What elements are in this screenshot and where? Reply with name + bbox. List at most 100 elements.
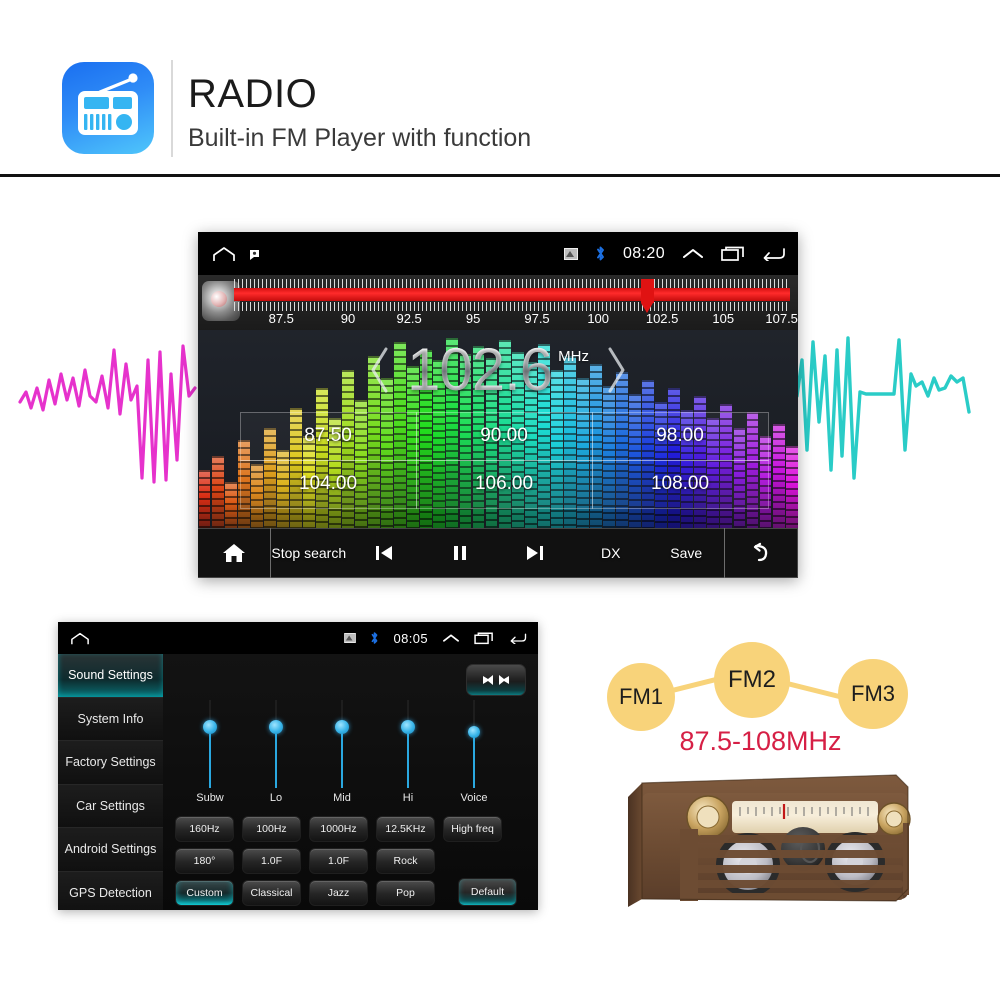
slider-knob[interactable] [401,720,415,734]
spectrum-visualizer: 102.6 MHz 87.50 90.00 98.00 104.00 106.0… [198,330,798,528]
chevron-left-icon[interactable] [367,344,393,396]
skip-previous-icon[interactable] [347,529,423,577]
back-arrow-icon[interactable] [724,528,798,578]
spectrum-bar [198,470,211,528]
tuner-scale-labels: 87.5 90 92.5 95 97.5 100 102.5 105 107.5 [234,311,798,329]
header-divider [171,60,173,157]
settings-sidebar: Sound Settings System Info Factory Setti… [58,654,163,910]
fm-frequency-range: 87.5-108MHz [679,726,842,756]
eq-button-rock[interactable]: Rock [376,848,435,874]
save-button[interactable]: Save [649,529,725,577]
preset-button[interactable]: 104.00 [239,459,417,509]
home-icon[interactable] [70,632,90,645]
skip-next-icon[interactable] [498,529,574,577]
screenshot-icon [563,247,578,260]
settings-statusbar: 08:05 [58,622,538,654]
title-block: RADIO Built-in FM Player with function [188,72,531,154]
pause-icon[interactable] [422,529,498,577]
preset-button[interactable]: 98.00 [591,411,769,461]
eq-button-12-5khz[interactable]: 12.5KHz [376,816,435,842]
tuner-cursor[interactable] [641,279,654,313]
fm-node-fm1: FM1 [607,663,675,731]
tuner-label: 107.5 [765,311,798,326]
eq-button-180deg[interactable]: 180° [175,848,234,874]
tuner-ticks-top [234,279,790,288]
eq-button-1000hz[interactable]: 1000Hz [309,816,368,842]
back-icon[interactable] [508,632,528,644]
eq-slider-mid[interactable]: Mid [309,700,375,810]
eq-button-high-freq[interactable]: High freq [443,816,502,842]
eq-preset-classical[interactable]: Classical [242,880,301,906]
recents-icon[interactable] [474,631,494,645]
fm-band-diagram: FM1 FM2 FM3 87.5-108MHz [598,630,938,760]
sidebar-item-factory-settings[interactable]: Factory Settings [58,741,163,785]
frequency-tuner[interactable]: 87.5 90 92.5 95 97.5 100 102.5 105 107.5 [198,275,798,330]
radio-statusbar: 08:20 [198,232,798,275]
balance-fader-icon[interactable] [466,664,526,696]
slider-label: Subw [196,792,224,804]
eq-button-100hz[interactable]: 100Hz [242,816,301,842]
tuner-ticks-bottom [234,302,790,311]
eq-preset-pop[interactable]: Pop [376,880,435,906]
eq-slider-lo[interactable]: Lo [243,700,309,810]
stop-search-button[interactable]: Stop search [271,529,347,577]
notification-icon[interactable] [249,247,263,261]
magenta-waveform [18,330,198,490]
slider-knob[interactable] [468,726,480,738]
tuner-label: 102.5 [645,311,679,326]
slider-label: Mid [333,792,351,804]
spectrum-bar [211,456,224,528]
radio-app-icon [62,62,154,154]
preset-button[interactable]: 90.00 [415,411,593,461]
slider-knob[interactable] [269,720,283,734]
tuner-strip[interactable] [234,279,790,313]
eq-preset-jazz[interactable]: Jazz [309,880,368,906]
eq-slider-hi[interactable]: Hi [375,700,441,810]
frequency-display: 102.6 MHz [198,330,798,410]
chevron-right-icon[interactable] [603,344,629,396]
eq-slider-voice[interactable]: Voice [441,700,507,810]
slider-knob[interactable] [335,720,349,734]
sidebar-item-gps-detection[interactable]: GPS Detection [58,871,163,910]
dx-button[interactable]: DX [573,529,649,577]
preset-button[interactable]: 106.00 [415,459,593,509]
home-button[interactable] [198,528,271,578]
sound-settings-screen: 08:05 Sound Settings System Info Factory… [58,622,538,910]
slider-label: Lo [269,792,283,804]
chevron-up-icon[interactable] [682,247,704,261]
preset-button[interactable]: 87.50 [239,411,417,461]
sidebar-item-system-info[interactable]: System Info [58,697,163,741]
preset-button[interactable]: 108.00 [591,459,769,509]
playback-control-bar: Stop search DX Save [198,528,798,578]
control-group: Stop search DX Save [270,528,725,578]
slider-knob[interactable] [203,720,217,734]
fm-link [782,680,846,701]
sidebar-item-sound-settings[interactable]: Sound Settings [58,654,163,698]
eq-preset-custom[interactable]: Custom [175,880,234,906]
eq-slider-subw[interactable]: Subw [177,700,243,810]
sidebar-item-android-settings[interactable]: Android Settings [58,828,163,872]
frequency-unit: MHz [558,348,589,365]
radio-player-screen: 08:20 87.5 90 92.5 95 97.5 100 102.5 105… [198,232,798,578]
default-button[interactable]: Default [458,878,517,906]
spectrum-bar [785,446,798,528]
eq-button-160hz[interactable]: 160Hz [175,816,234,842]
tuner-label: 87.5 [268,311,294,326]
spectrum-bar [224,482,237,528]
home-icon[interactable] [212,246,236,262]
statusbar-clock: 08:05 [393,630,428,646]
recents-icon[interactable] [721,246,745,262]
eq-button-1-0f-a[interactable]: 1.0F [242,848,301,874]
sidebar-item-car-settings[interactable]: Car Settings [58,784,163,828]
eq-row-parameters: 180° 1.0F 1.0F Rock [175,848,527,874]
page-subtitle: Built-in FM Player with function [188,124,532,152]
tuner-label: 90 [340,311,356,326]
eq-button-1-0f-b[interactable]: 1.0F [309,848,368,874]
header-rule [0,174,1000,177]
chevron-up-icon[interactable] [442,633,460,644]
settings-content: Subw Lo Mid Hi Voice 160Hz 100Hz 1000Hz … [163,654,538,910]
page-header: RADIO Built-in FM Player with function [0,0,1000,177]
statusbar-clock: 08:20 [622,244,665,262]
back-icon[interactable] [762,247,786,261]
spectrum-bar [772,424,785,528]
